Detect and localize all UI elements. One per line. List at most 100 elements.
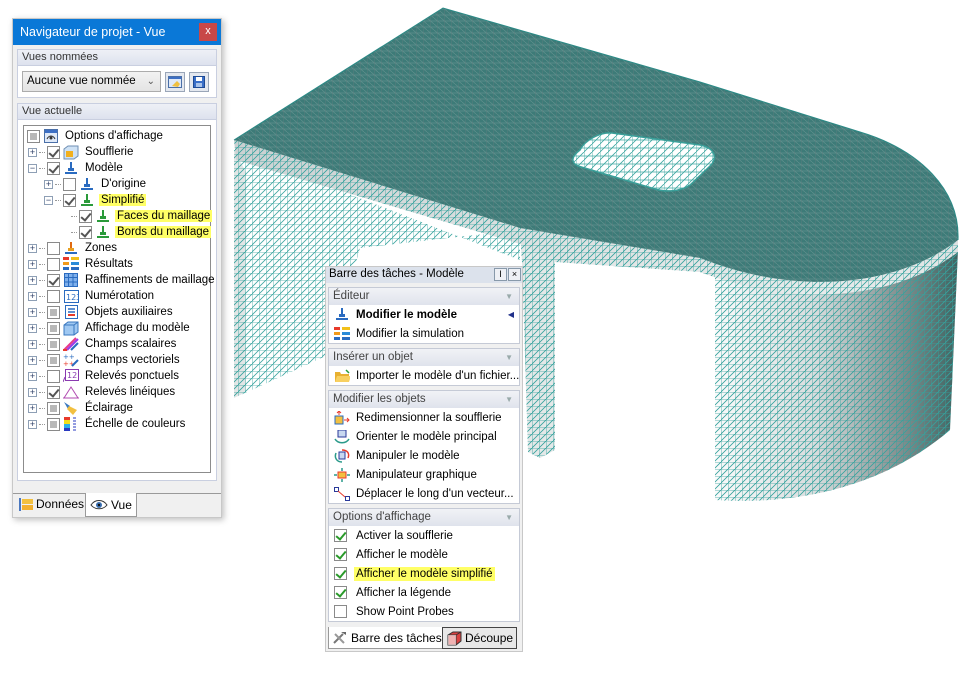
expand-icon[interactable]: + [28, 371, 37, 381]
section-header[interactable]: Éditeur ▼ [329, 288, 519, 305]
expand-icon[interactable]: + [28, 259, 37, 269]
navigator-tabs: Données Vue [13, 493, 221, 517]
taskbar-item[interactable]: Redimensionner la soufflerie [329, 408, 519, 427]
tree-item[interactable]: + Échelle de couleurs [24, 416, 210, 432]
model-icon [334, 308, 350, 322]
visibility-checkbox[interactable] [27, 129, 40, 143]
tab-data[interactable]: Données [15, 493, 88, 515]
tab-taskbar[interactable]: Barre des tâches [328, 627, 446, 649]
tree-item-label: Zones [85, 242, 117, 254]
tree-item[interactable]: + ++ ++ Champs vectoriels [24, 352, 210, 368]
navigator-title-bar[interactable]: Navigateur de projet - Vue x [13, 19, 221, 45]
visibility-checkbox[interactable] [79, 225, 92, 239]
tree-item-label: Résultats [85, 258, 133, 270]
taskbar-tabs: Barre des tâches Découpe [326, 627, 522, 651]
visibility-checkbox[interactable] [47, 273, 60, 287]
line-probes-icon [63, 385, 79, 399]
visibility-checkbox[interactable] [47, 417, 60, 431]
tree-item[interactable]: + D'origine [24, 176, 210, 192]
expand-icon[interactable]: + [28, 419, 37, 429]
tree-item[interactable]: + Objets auxiliaires [24, 304, 210, 320]
simplified-model-icon [95, 209, 111, 223]
numbering-icon: 123 [63, 289, 79, 303]
tab-clipping[interactable]: Découpe [442, 627, 518, 649]
visibility-checkbox[interactable] [79, 209, 92, 223]
visibility-checkbox[interactable] [47, 353, 60, 367]
taskbar-item[interactable]: Modifier le modèle ◀ [329, 305, 519, 324]
visibility-checkbox[interactable] [63, 177, 76, 191]
tree-item[interactable]: Bords du maillage [24, 224, 212, 240]
tree-item[interactable]: + Raffinements de maillage [24, 272, 215, 288]
expand-icon[interactable]: + [28, 355, 37, 365]
taskbar-title-bar[interactable]: Barre des tâches - Modèle I × [326, 267, 522, 283]
tree-connector [71, 215, 77, 217]
expand-icon[interactable]: + [28, 147, 37, 157]
taskbar-item[interactable]: Déplacer le long d'un vecteur... [329, 484, 519, 503]
expand-icon[interactable]: + [28, 307, 37, 317]
model-icon [79, 177, 95, 191]
display-option[interactable]: Afficher le modèle [329, 545, 519, 564]
visibility-checkbox[interactable] [47, 385, 60, 399]
taskbar-item[interactable]: Orienter le modèle principal [329, 427, 519, 446]
tree-item[interactable]: + Affichage du modèle [24, 320, 210, 336]
visibility-checkbox[interactable] [47, 305, 60, 319]
taskbar-item[interactable]: Manipuler le modèle [329, 446, 519, 465]
visibility-checkbox[interactable] [47, 337, 60, 351]
option-checkbox[interactable] [334, 605, 347, 618]
display-option[interactable]: Afficher la légende [329, 583, 519, 602]
tree-item[interactable]: + Champs scalaires [24, 336, 210, 352]
display-option[interactable]: Afficher le modèle simplifié [329, 564, 519, 583]
pin-button[interactable]: I [494, 268, 507, 281]
tree-item[interactable]: + Résultats [24, 256, 210, 272]
expand-icon[interactable]: + [28, 243, 37, 253]
display-options-tree[interactable]: Options d'affichage + Soufflerie − Modèle + D'… [23, 125, 215, 473]
option-checkbox[interactable] [334, 529, 347, 542]
expand-icon[interactable]: + [28, 339, 37, 349]
section-header[interactable]: Options d'affichage ▼ [329, 509, 519, 526]
expand-icon[interactable]: + [28, 275, 37, 285]
section-header[interactable]: Insérer un objet ▼ [329, 349, 519, 366]
save-view-button[interactable] [189, 71, 209, 92]
taskbar-item[interactable]: Importer le modèle d'un fichier... [329, 366, 519, 385]
visibility-checkbox[interactable] [47, 145, 60, 159]
visibility-checkbox[interactable] [47, 321, 60, 335]
option-checkbox[interactable] [334, 567, 347, 580]
tree-item[interactable]: + Zones [24, 240, 210, 256]
tree-item[interactable]: − Modèle [24, 160, 210, 176]
display-option[interactable]: Activer la soufflerie [329, 526, 519, 545]
expand-icon[interactable]: + [44, 179, 53, 189]
visibility-checkbox[interactable] [63, 193, 76, 207]
tree-item[interactable]: + Soufflerie [24, 144, 210, 160]
expand-icon[interactable]: + [28, 387, 37, 397]
tree-item[interactable]: Options d'affichage [24, 128, 210, 144]
tree-item[interactable]: − Simplifié [24, 192, 210, 208]
taskbar-item[interactable]: Manipulateur graphique [329, 465, 519, 484]
collapse-icon[interactable]: − [44, 195, 53, 205]
named-view-select[interactable]: Aucune vue nommée ⌄ [22, 71, 161, 92]
tab-view[interactable]: Vue [85, 493, 137, 517]
visibility-checkbox[interactable] [47, 369, 60, 383]
visibility-checkbox[interactable] [47, 257, 60, 271]
option-checkbox[interactable] [334, 586, 347, 599]
option-checkbox[interactable] [334, 548, 347, 561]
section-header[interactable]: Modifier les objets ▼ [329, 391, 519, 408]
tree-item[interactable]: +12 Relevés ponctuels [24, 368, 210, 384]
tree-item[interactable]: +123 Numérotation [24, 288, 210, 304]
expand-icon[interactable]: + [28, 291, 37, 301]
visibility-checkbox[interactable] [47, 289, 60, 303]
visibility-checkbox[interactable] [47, 161, 60, 175]
close-button[interactable]: x [199, 23, 217, 41]
expand-icon[interactable]: + [28, 403, 37, 413]
manipulate-model-icon [334, 448, 350, 463]
tree-item[interactable]: + Relevés linéiques [24, 384, 210, 400]
display-option[interactable]: Show Point Probes [329, 602, 519, 621]
expand-icon[interactable]: + [28, 323, 37, 333]
collapse-icon[interactable]: − [28, 163, 37, 173]
taskbar-item[interactable]: Modifier la simulation [329, 324, 519, 343]
visibility-checkbox[interactable] [47, 401, 60, 415]
visibility-checkbox[interactable] [47, 241, 60, 255]
tree-item[interactable]: Faces du maillage [24, 208, 213, 224]
tree-item[interactable]: + Éclairage [24, 400, 210, 416]
taskbar-close-button[interactable]: × [508, 268, 521, 281]
apply-view-button[interactable] [165, 71, 185, 92]
